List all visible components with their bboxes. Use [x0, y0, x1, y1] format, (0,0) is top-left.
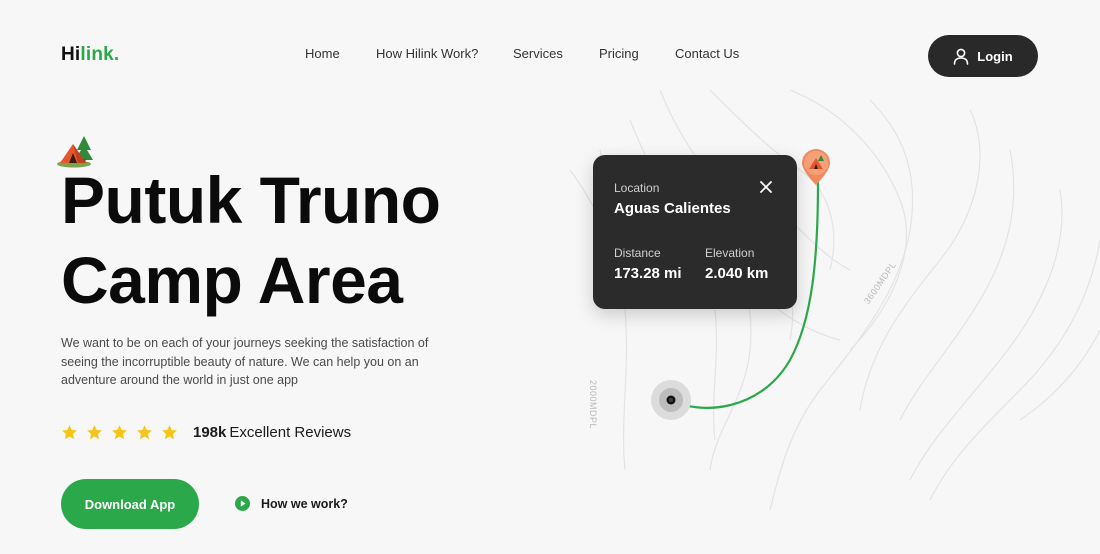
how-we-work-link[interactable]: How we work?	[235, 496, 348, 511]
contour-label-2000: 2000MDPL	[588, 380, 598, 430]
location-value: Aguas Calientes	[614, 200, 731, 217]
rating-row: 198k Excellent Reviews	[61, 424, 351, 441]
download-app-label: Download App	[84, 496, 176, 512]
play-icon	[235, 496, 250, 511]
destination-pin-icon[interactable]	[798, 147, 834, 187]
download-app-button[interactable]: Download App	[61, 479, 199, 529]
nav-item-home[interactable]: Home	[305, 46, 340, 61]
nav-item-services[interactable]: Services	[513, 46, 563, 61]
page-title: Putuk Truno Camp Area	[61, 160, 541, 320]
distance-value: 173.28 mi	[614, 265, 682, 282]
title-line-1: Putuk Truno	[61, 163, 441, 237]
reviews-label: Excellent Reviews	[229, 424, 352, 441]
hero-description: We want to be on each of your journeys s…	[61, 336, 429, 387]
user-icon	[953, 48, 969, 65]
how-we-work-label: How we work?	[261, 496, 348, 511]
title-line-2: Camp Area	[61, 243, 403, 317]
close-icon[interactable]	[759, 180, 773, 194]
elevation-value: 2.040 km	[705, 265, 769, 282]
star-icon	[162, 425, 177, 440]
login-button[interactable]: Login	[928, 35, 1038, 77]
rating-stars	[61, 424, 178, 441]
login-label: Login	[977, 48, 1013, 64]
star-icon	[112, 425, 127, 440]
nav-item-how-hilink-work[interactable]: How Hilink Work?	[376, 46, 478, 61]
nav-item-contact-us[interactable]: Contact Us	[675, 46, 739, 61]
location-label: Location	[614, 181, 660, 195]
star-icon	[137, 425, 152, 440]
elevation-label: Elevation	[705, 246, 755, 260]
start-point-marker[interactable]	[650, 379, 692, 421]
distance-label: Distance	[614, 246, 661, 260]
star-icon	[87, 425, 102, 440]
location-info-card: Location Aguas Calientes Distance 173.28…	[593, 155, 797, 309]
star-icon	[62, 425, 77, 440]
reviews-count: 198k	[193, 424, 227, 441]
nav-item-pricing[interactable]: Pricing	[599, 46, 639, 61]
reviews-summary: 198k Excellent Reviews	[193, 424, 351, 441]
